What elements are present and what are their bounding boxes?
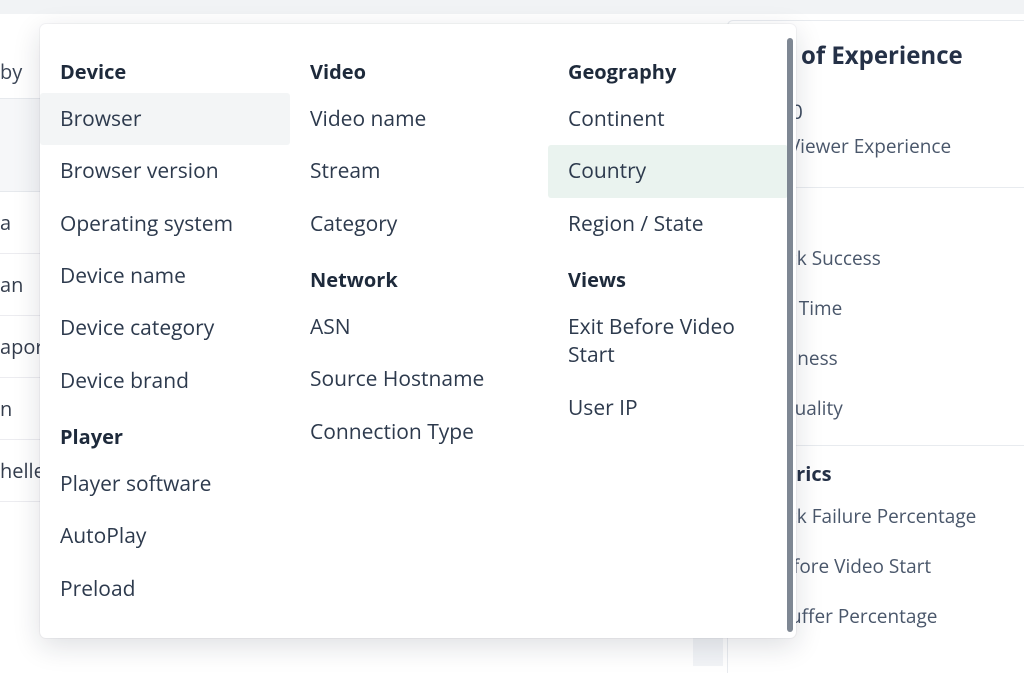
option-browser[interactable]: Browser [40, 93, 290, 145]
score-item[interactable]: rtup Time [756, 295, 1024, 321]
option-autoplay[interactable]: AutoPlay [40, 510, 290, 562]
dimension-selector-popover[interactable]: Device Browser Browser version Operating… [40, 24, 796, 638]
list-item: n [0, 395, 12, 422]
score-item[interactable]: eo quality [756, 395, 1024, 421]
overall-score: / 100 [756, 98, 1024, 125]
group-heading-geography: Geography [548, 52, 788, 93]
group-by-label: by [0, 52, 40, 91]
list-item: apor [0, 333, 42, 360]
background-list: a an apor n helle [0, 192, 42, 502]
option-device-category[interactable]: Device category [40, 302, 290, 354]
option-device-brand[interactable]: Device brand [40, 355, 290, 407]
metric-item[interactable]: yback Failure Percentage [756, 503, 1024, 529]
overall-score-label: rall Viewer Experience [756, 133, 1024, 159]
option-category[interactable]: Category [290, 198, 548, 250]
list-item: helle [0, 457, 42, 484]
option-browser-version[interactable]: Browser version [40, 145, 290, 197]
group-heading-device: Device [40, 52, 290, 93]
option-country[interactable]: Country [548, 145, 788, 197]
list-item: a [0, 209, 11, 236]
list-item: an [0, 271, 23, 298]
option-preload[interactable]: Preload [40, 563, 290, 615]
option-device-name[interactable]: Device name [40, 250, 290, 302]
metric-item[interactable]: Rebuffer Percentage [756, 603, 1024, 629]
option-exit-before-video-start[interactable]: Exit Before Video Start [548, 301, 788, 382]
score-item[interactable]: yback Success [756, 245, 1024, 271]
option-user-ip[interactable]: User IP [548, 382, 788, 434]
option-connection-type[interactable]: Connection Type [290, 406, 548, 458]
metrics-heading: metrics [756, 460, 1024, 487]
panel-title: lity of Experience [756, 39, 1024, 72]
option-video-name[interactable]: Video name [290, 93, 548, 145]
scores-heading: res [756, 202, 1024, 229]
option-source-hostname[interactable]: Source Hostname [290, 353, 548, 405]
group-heading-player: Player [40, 407, 290, 458]
option-region-state[interactable]: Region / State [548, 198, 788, 250]
group-heading-network: Network [290, 250, 548, 301]
option-player-software[interactable]: Player software [40, 458, 290, 510]
option-stream[interactable]: Stream [290, 145, 548, 197]
background-block [693, 636, 723, 666]
option-continent[interactable]: Continent [548, 93, 788, 145]
option-asn[interactable]: ASN [290, 301, 548, 353]
metric-item[interactable]: s Before Video Start [756, 553, 1024, 579]
popover-scrollbar[interactable] [787, 38, 793, 632]
score-item[interactable]: oothness [756, 345, 1024, 371]
option-operating-system[interactable]: Operating system [40, 198, 290, 250]
group-heading-views: Views [548, 250, 788, 301]
group-heading-video: Video [290, 52, 548, 93]
